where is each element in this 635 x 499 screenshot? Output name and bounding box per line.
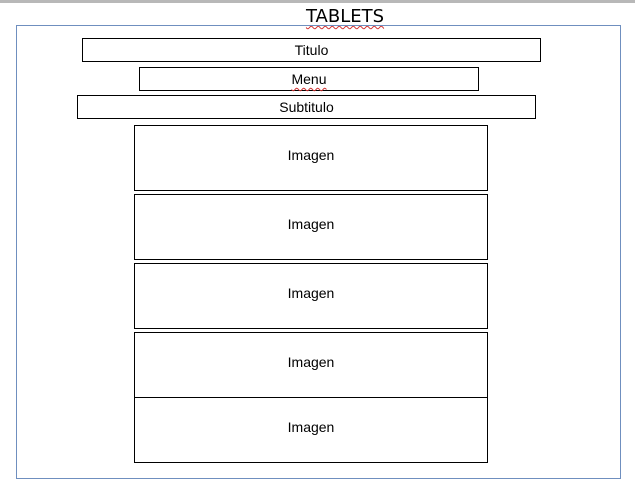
page-title-text: TABLETS bbox=[305, 6, 385, 27]
image-label: Imagen bbox=[287, 354, 335, 370]
titulo-label: Titulo bbox=[294, 42, 329, 58]
image-box-1: Imagen bbox=[134, 125, 488, 191]
image-box-4: Imagen bbox=[134, 332, 488, 398]
top-rule bbox=[0, 0, 635, 3]
page-title: TABLETS bbox=[0, 7, 635, 27]
image-label: Imagen bbox=[287, 147, 335, 163]
image-label: Imagen bbox=[287, 216, 335, 232]
subtitulo-label: Subtitulo bbox=[279, 99, 334, 115]
titulo-box: Titulo bbox=[82, 38, 541, 62]
subtitulo-box: Subtitulo bbox=[77, 95, 536, 119]
image-label: Imagen bbox=[287, 419, 335, 435]
image-box-5: Imagen bbox=[134, 397, 488, 463]
menu-box: Menu bbox=[139, 67, 479, 91]
image-box-3: Imagen bbox=[134, 263, 488, 329]
image-box-2: Imagen bbox=[134, 194, 488, 260]
menu-label: Menu bbox=[291, 71, 327, 87]
image-label: Imagen bbox=[287, 285, 335, 301]
